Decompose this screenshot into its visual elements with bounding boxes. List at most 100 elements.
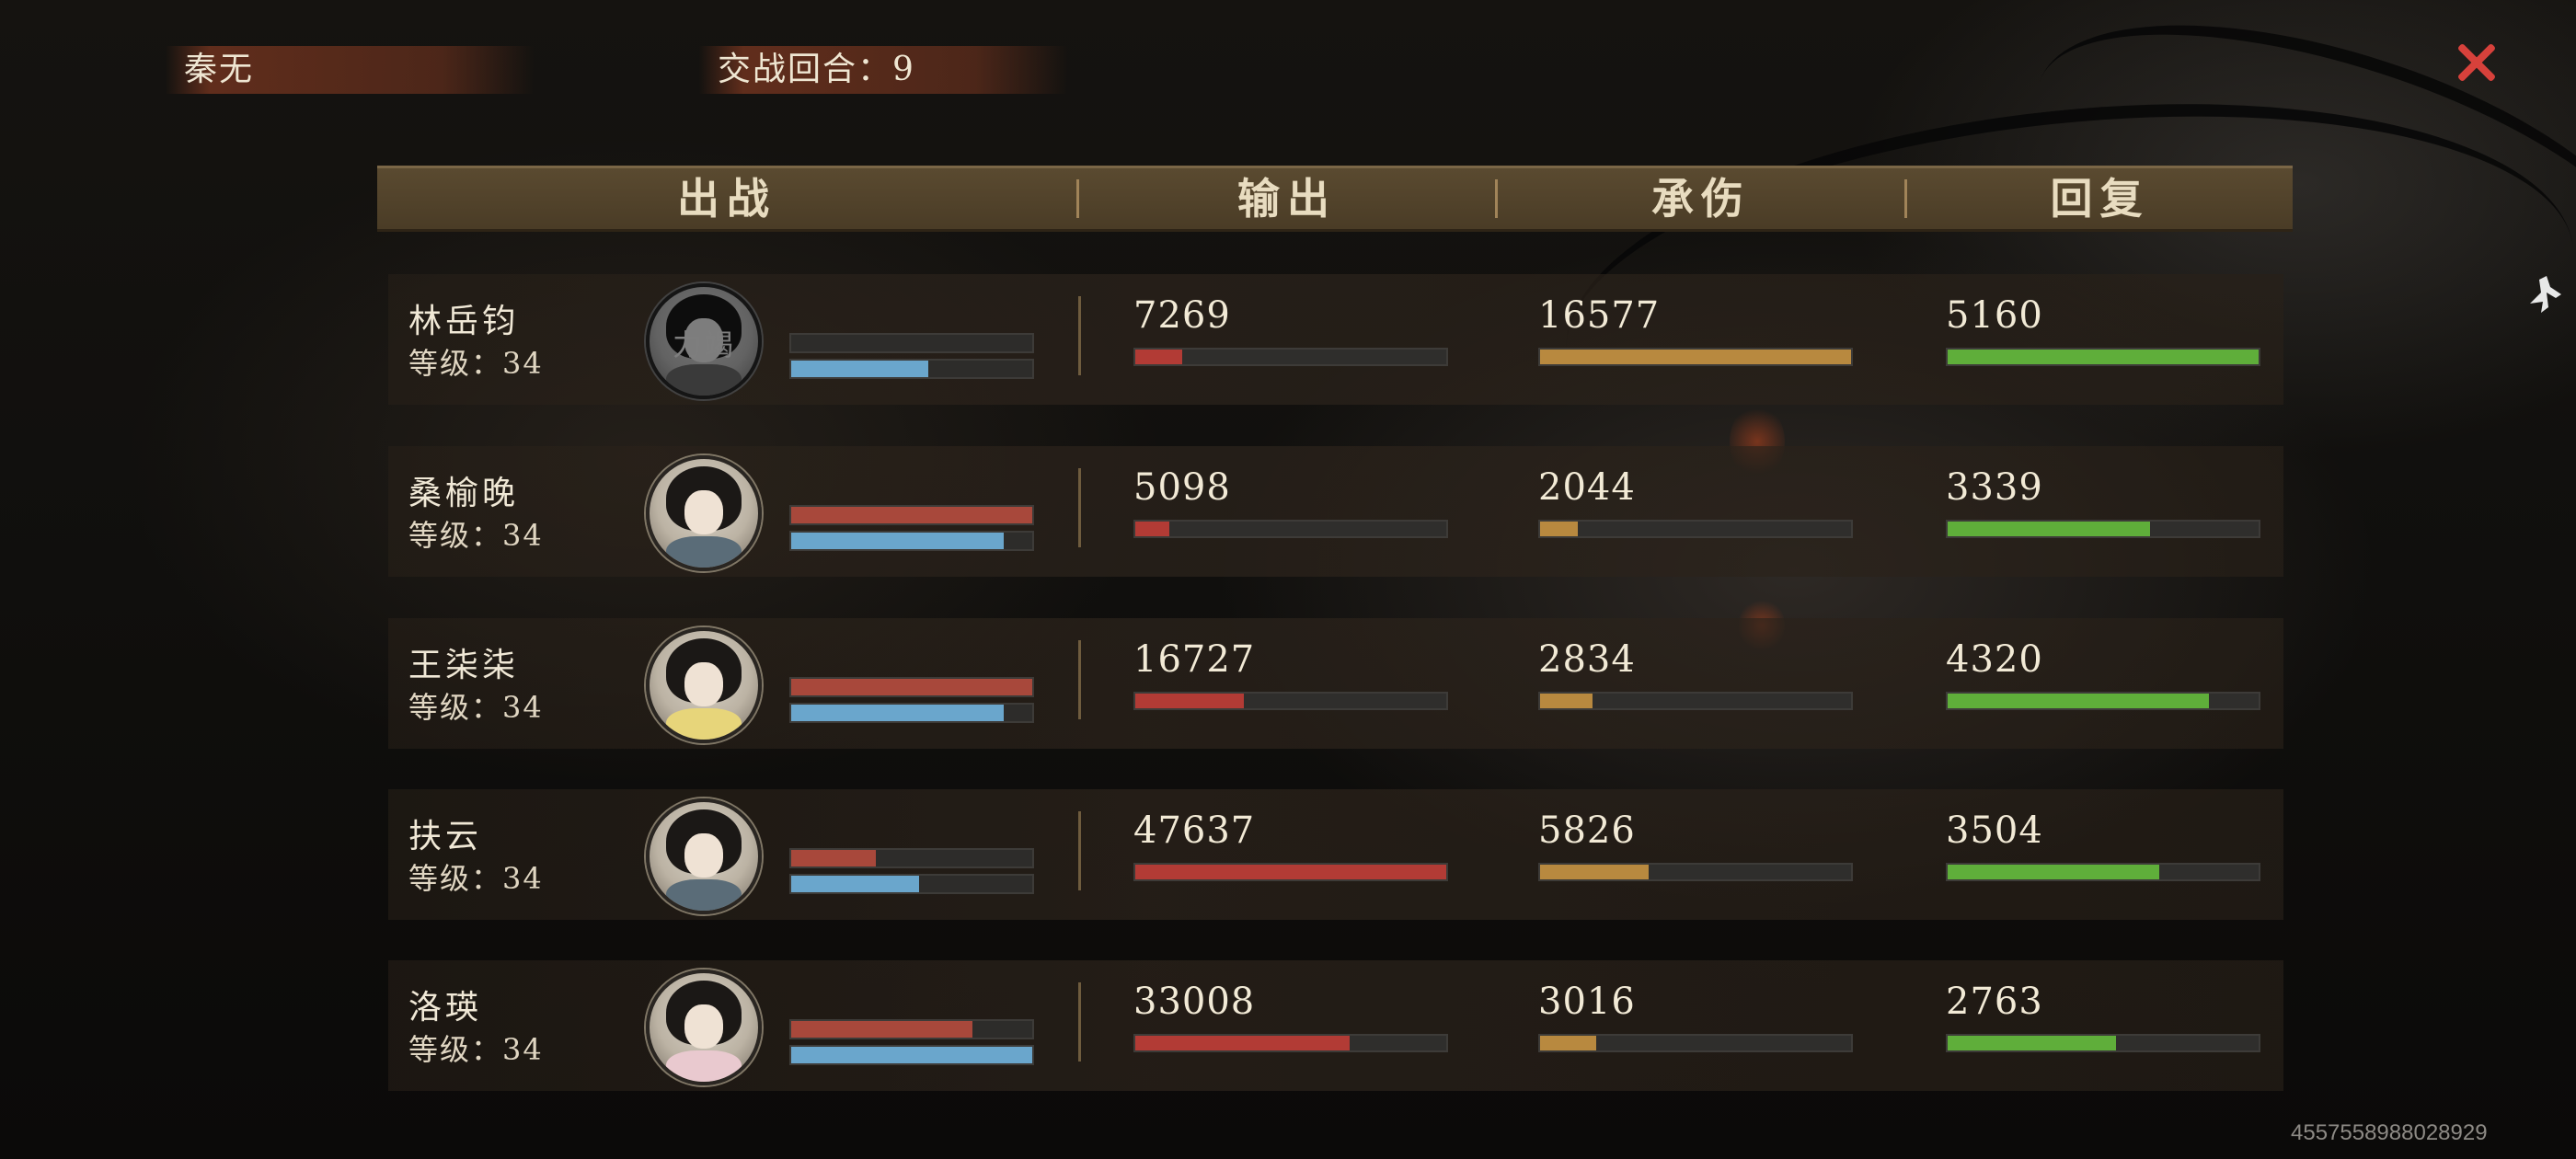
heal-value: 5160 (1946, 294, 2043, 337)
heal-bar-fill (1948, 1036, 2116, 1050)
hp-bar (789, 505, 1034, 525)
output-bar (1133, 692, 1448, 710)
portrait-icon (666, 536, 742, 568)
mp-bar (789, 531, 1034, 551)
character-name: 桑榆晚 (408, 475, 520, 512)
damage-taken-value: 16577 (1538, 294, 1661, 337)
heal-value: 3504 (1946, 809, 2043, 852)
hp-bar-fill (791, 850, 876, 866)
heal-value: 3339 (1946, 466, 2043, 509)
player-name: 秦无 (184, 51, 255, 88)
heal-bar-fill (1948, 865, 2159, 879)
header-deploy: 出战 (677, 174, 776, 224)
heal-bar-fill (1948, 694, 2209, 708)
output-bar-fill (1135, 865, 1446, 879)
output-value: 16727 (1133, 638, 1256, 681)
damage-taken-value: 5826 (1538, 809, 1636, 852)
character-row[interactable]: 扶云 等级：34 47637 5826 3504 (388, 789, 2283, 920)
row-divider (1078, 296, 1081, 375)
portrait-icon (684, 662, 723, 706)
output-value: 5098 (1133, 466, 1231, 509)
hp-bar-fill (791, 1021, 972, 1038)
heal-bar (1946, 520, 2260, 538)
mp-bar-fill (791, 876, 919, 892)
character-avatar[interactable] (646, 627, 762, 743)
header-damage-taken: 承伤 (1651, 174, 1751, 224)
heal-value: 2763 (1946, 981, 2043, 1023)
character-row[interactable]: 洛瑛等级：34 33008 3016 2763 (388, 960, 2283, 1091)
output-bar (1133, 520, 1448, 538)
portrait-icon (666, 708, 742, 740)
heal-bar (1946, 1034, 2260, 1052)
character-level: 等级：34 (408, 346, 544, 381)
portrait-icon (684, 1004, 723, 1049)
header-output: 输出 (1237, 174, 1337, 224)
mp-bar (789, 359, 1034, 379)
stats-header: 出战 输出 承伤 回复 (377, 166, 2293, 232)
output-value: 33008 (1133, 981, 1256, 1023)
damage-taken-bar-fill (1540, 1036, 1596, 1050)
heal-value: 4320 (1946, 638, 2043, 681)
character-row[interactable]: 林岳钧等级：34 力竭 7269 16577 5160 (388, 274, 2283, 405)
swordsman-icon[interactable] (2521, 267, 2567, 322)
damage-taken-bar-fill (1540, 522, 1578, 536)
damage-taken-bar (1538, 1034, 1853, 1052)
character-avatar[interactable] (646, 970, 762, 1085)
damage-taken-bar-fill (1540, 865, 1650, 879)
character-level: 等级：34 (408, 861, 544, 896)
close-button[interactable] (2451, 37, 2502, 88)
damage-taken-bar (1538, 348, 1853, 366)
damage-taken-bar-fill (1540, 350, 1851, 364)
mp-bar (789, 703, 1034, 723)
output-bar-fill (1135, 350, 1182, 364)
output-bar-fill (1135, 1036, 1351, 1050)
battle-stats-screen: 秦无 交战回合：9 出战 输出 承伤 回复 林岳钧等级：34 力竭 7269 1657… (0, 0, 2576, 1159)
mp-bar (789, 1045, 1034, 1065)
row-divider (1078, 811, 1081, 890)
character-name: 王柒柒 (408, 647, 520, 684)
character-name: 洛瑛 (408, 989, 483, 1027)
heal-bar (1946, 692, 2260, 710)
hp-bar-fill (791, 507, 1032, 523)
damage-taken-value: 3016 (1538, 981, 1636, 1023)
round-tag: 交战回合：9 (699, 46, 1067, 94)
account-id: 4557558988028929 (2291, 1120, 2488, 1145)
character-avatar[interactable] (646, 798, 762, 914)
hp-bar (789, 333, 1034, 353)
character-row[interactable]: 王柒柒等级：34 16727 2834 4320 (388, 618, 2283, 749)
output-bar (1133, 1034, 1448, 1052)
mp-bar (789, 874, 1034, 894)
character-avatar[interactable]: 力竭 (646, 283, 762, 399)
round-counter: 交战回合：9 (718, 51, 915, 88)
character-level: 等级：34 (408, 690, 544, 725)
damage-taken-bar (1538, 863, 1853, 881)
character-avatar[interactable] (646, 455, 762, 571)
character-row[interactable]: 桑榆晚 等级：34 5098 2044 3339 (388, 446, 2283, 577)
mp-bar-fill (791, 533, 1004, 549)
row-divider (1078, 982, 1081, 1061)
character-level: 等级：34 (408, 518, 544, 553)
row-divider (1078, 468, 1081, 547)
damage-taken-value: 2834 (1538, 638, 1636, 681)
mp-bar-fill (791, 1047, 1032, 1063)
portrait-icon (684, 833, 723, 878)
output-bar (1133, 863, 1448, 881)
character-name: 林岳钧 (408, 303, 520, 340)
output-bar-fill (1135, 694, 1245, 708)
hp-bar (789, 848, 1034, 868)
output-bar-fill (1135, 522, 1170, 536)
damage-taken-bar (1538, 520, 1853, 538)
heal-bar-fill (1948, 522, 2150, 536)
hp-bar (789, 1019, 1034, 1039)
player-name-tag: 秦无 (166, 46, 534, 94)
portrait-icon (666, 364, 742, 396)
output-value: 47637 (1133, 809, 1256, 852)
heal-bar-fill (1948, 350, 2259, 364)
portrait-icon (684, 490, 723, 534)
portrait-icon (666, 1050, 742, 1082)
output-value: 7269 (1133, 294, 1231, 337)
heal-bar (1946, 863, 2260, 881)
hp-bar (789, 677, 1034, 697)
header-heal: 回复 (2050, 174, 2150, 224)
character-level: 等级：34 (408, 1032, 544, 1067)
